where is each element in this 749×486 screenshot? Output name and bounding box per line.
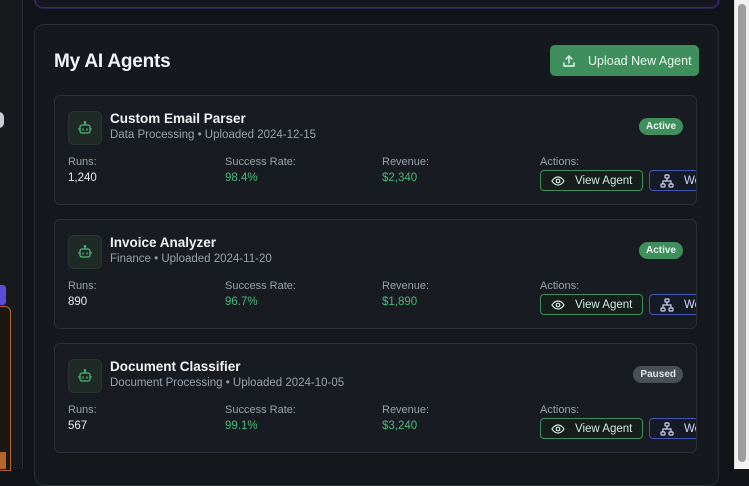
status-badge: Active bbox=[638, 242, 683, 259]
agent-name: Invoice Analyzer bbox=[110, 235, 217, 250]
success-rate-value: 98.4% bbox=[225, 172, 258, 184]
agents-panel: My AI Agents Upload New Agent Custom Ema… bbox=[34, 24, 719, 486]
status-badge: Active bbox=[638, 118, 683, 135]
actions-label: Actions: bbox=[540, 404, 580, 416]
view-agent-button[interactable]: View Agent bbox=[540, 170, 643, 191]
actions-label: Actions: bbox=[540, 156, 580, 168]
view-agent-button[interactable]: View Agent bbox=[540, 294, 643, 315]
view-agent-label: View Agent bbox=[575, 298, 633, 311]
bot-icon bbox=[68, 111, 102, 145]
workflow-icon bbox=[660, 421, 674, 436]
scrollbar-thumb[interactable] bbox=[738, 4, 746, 462]
view-agent-button[interactable]: View Agent bbox=[540, 418, 643, 439]
page-title: My AI Agents bbox=[54, 51, 171, 72]
runs-value: 567 bbox=[68, 420, 88, 432]
agent-meta: Finance • Uploaded 2024-11-20 bbox=[110, 253, 272, 265]
workflow-icon bbox=[660, 297, 674, 312]
left-accent-orange bbox=[0, 452, 6, 469]
left-card-edge bbox=[0, 306, 11, 471]
success-rate-value: 96.7% bbox=[225, 296, 258, 308]
runs-value: 1,240 bbox=[68, 172, 97, 184]
view-agent-label: View Agent bbox=[575, 174, 633, 187]
bot-icon bbox=[68, 235, 102, 269]
agent-name: Custom Email Parser bbox=[110, 111, 246, 126]
workflow-label: Workflow bbox=[684, 298, 696, 311]
eye-icon bbox=[551, 298, 565, 312]
workflow-icon bbox=[660, 173, 674, 188]
agent-meta: Document Processing • Uploaded 2024-10-0… bbox=[110, 377, 345, 389]
runs-value: 890 bbox=[68, 296, 88, 308]
workflow-button[interactable]: Workflow bbox=[649, 170, 696, 191]
revenue-value: $2,340 bbox=[382, 172, 418, 184]
revenue-label: Revenue: bbox=[382, 280, 430, 292]
status-badge: Paused bbox=[633, 366, 683, 383]
eye-icon bbox=[551, 174, 565, 188]
revenue-label: Revenue: bbox=[382, 156, 430, 168]
eye-icon bbox=[551, 422, 565, 436]
revenue-value: $1,890 bbox=[382, 296, 418, 308]
upload-agent-label: Upload New Agent bbox=[588, 53, 692, 68]
success-rate-label: Success Rate: bbox=[225, 280, 296, 292]
agent-card: Document Classifier Document Processing … bbox=[54, 343, 697, 453]
success-rate-label: Success Rate: bbox=[225, 156, 296, 168]
runs-label: Runs: bbox=[68, 156, 97, 168]
success-rate-value: 99.1% bbox=[225, 420, 258, 432]
runs-label: Runs: bbox=[68, 280, 97, 292]
success-rate-label: Success Rate: bbox=[225, 404, 296, 416]
agent-card: Invoice Analyzer Finance • Uploaded 2024… bbox=[54, 219, 697, 329]
workflow-button[interactable]: Workflow bbox=[649, 294, 696, 315]
workflow-label: Workflow bbox=[684, 422, 696, 435]
upload-agent-button[interactable]: Upload New Agent bbox=[550, 45, 699, 76]
view-agent-label: View Agent bbox=[575, 422, 633, 435]
left-accent-purple bbox=[0, 285, 6, 305]
actions-label: Actions: bbox=[540, 280, 580, 292]
agent-card: Custom Email Parser Data Processing • Up… bbox=[54, 95, 697, 205]
runs-label: Runs: bbox=[68, 404, 97, 416]
bot-icon bbox=[68, 359, 102, 393]
workflow-button[interactable]: Workflow bbox=[649, 418, 696, 439]
top-banner-fragment bbox=[35, 0, 719, 8]
scrollbar[interactable] bbox=[734, 0, 749, 469]
revenue-label: Revenue: bbox=[382, 404, 430, 416]
revenue-value: $3,240 bbox=[382, 420, 418, 432]
agent-meta: Data Processing • Uploaded 2024-12-15 bbox=[110, 129, 317, 141]
left-panel-edge bbox=[0, 0, 23, 471]
panel-toggle-handle[interactable] bbox=[0, 112, 4, 128]
agent-name: Document Classifier bbox=[110, 359, 241, 374]
workflow-label: Workflow bbox=[684, 174, 696, 187]
upload-icon bbox=[562, 54, 576, 68]
